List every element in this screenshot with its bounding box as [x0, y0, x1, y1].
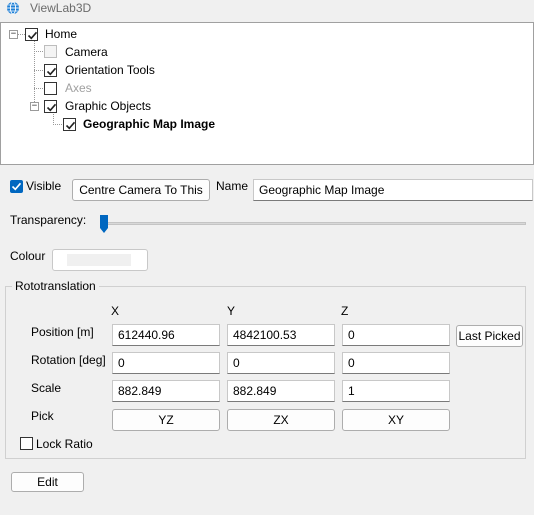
- scale-z-input[interactable]: 1: [342, 380, 450, 402]
- lock-ratio-checkbox[interactable]: [20, 437, 33, 450]
- tree-item-geographic-map-image[interactable]: Geographic Map Image: [83, 117, 215, 131]
- rotation-y-input[interactable]: 0: [227, 352, 335, 374]
- check-icon: [65, 121, 76, 130]
- name-label: Name: [216, 179, 249, 193]
- scale-x-input[interactable]: 882.849: [112, 380, 220, 402]
- column-z-header: Z: [341, 304, 349, 318]
- colour-label: Colour: [10, 249, 46, 263]
- centre-camera-button[interactable]: Centre Camera To This: [72, 179, 210, 201]
- column-x-header: X: [111, 304, 120, 318]
- position-z-input[interactable]: 0: [342, 324, 450, 346]
- globe-icon: [7, 1, 19, 15]
- position-label: Position [m]: [31, 325, 94, 339]
- home-checkbox[interactable]: [25, 28, 38, 41]
- lock-ratio-label[interactable]: Lock Ratio: [36, 437, 93, 451]
- pick-xy-button[interactable]: XY: [342, 409, 450, 431]
- rotation-z-input[interactable]: 0: [342, 352, 450, 374]
- visible-checkbox[interactable]: [10, 180, 23, 193]
- check-icon: [11, 182, 22, 191]
- transparency-slider-track[interactable]: [104, 222, 526, 225]
- edit-button[interactable]: Edit: [11, 472, 84, 492]
- rotation-label: Rotation [deg]: [31, 353, 106, 367]
- transparency-label: Transparency:: [10, 213, 87, 227]
- position-y-input[interactable]: 4842100.53: [227, 324, 335, 346]
- name-input[interactable]: Geographic Map Image: [253, 179, 533, 201]
- check-icon: [27, 31, 38, 40]
- axes-checkbox[interactable]: [44, 82, 57, 95]
- rotation-x-input[interactable]: 0: [112, 352, 220, 374]
- scale-label: Scale: [31, 381, 62, 395]
- camera-checkbox[interactable]: [44, 45, 57, 58]
- scene-tree[interactable]: − Home Camera Orientation Tools Axes − G…: [0, 22, 534, 165]
- rototranslation-title: Rototranslation: [12, 279, 99, 293]
- pick-yz-button[interactable]: YZ: [112, 409, 220, 431]
- tree-item-camera[interactable]: Camera: [65, 45, 108, 59]
- transparency-slider-thumb[interactable]: [99, 214, 109, 234]
- column-y-header: Y: [227, 304, 236, 318]
- orientation-tools-checkbox[interactable]: [44, 64, 57, 77]
- title-bar: ViewLab3D: [0, 0, 534, 22]
- check-icon: [46, 103, 57, 112]
- tree-item-axes[interactable]: Axes: [65, 81, 92, 95]
- scale-y-input[interactable]: 882.849: [227, 380, 335, 402]
- tree-item-home[interactable]: Home: [45, 27, 77, 41]
- colour-picker-button[interactable]: [52, 249, 148, 271]
- home-collapse-toggle[interactable]: −: [9, 30, 18, 39]
- window-title: ViewLab3D: [30, 1, 92, 15]
- visible-label[interactable]: Visible: [26, 179, 61, 193]
- check-icon: [46, 67, 57, 76]
- pick-label: Pick: [31, 409, 54, 423]
- geographic-map-image-checkbox[interactable]: [63, 118, 76, 131]
- tree-item-graphic-objects[interactable]: Graphic Objects: [65, 99, 151, 113]
- last-picked-button[interactable]: Last Picked: [456, 325, 523, 347]
- pick-zx-button[interactable]: ZX: [227, 409, 335, 431]
- tree-item-orientation-tools[interactable]: Orientation Tools: [65, 63, 155, 77]
- graphic-objects-checkbox[interactable]: [44, 100, 57, 113]
- position-x-input[interactable]: 612440.96: [112, 324, 220, 346]
- colour-swatch: [67, 254, 131, 266]
- graphic-objects-collapse-toggle[interactable]: −: [30, 102, 39, 111]
